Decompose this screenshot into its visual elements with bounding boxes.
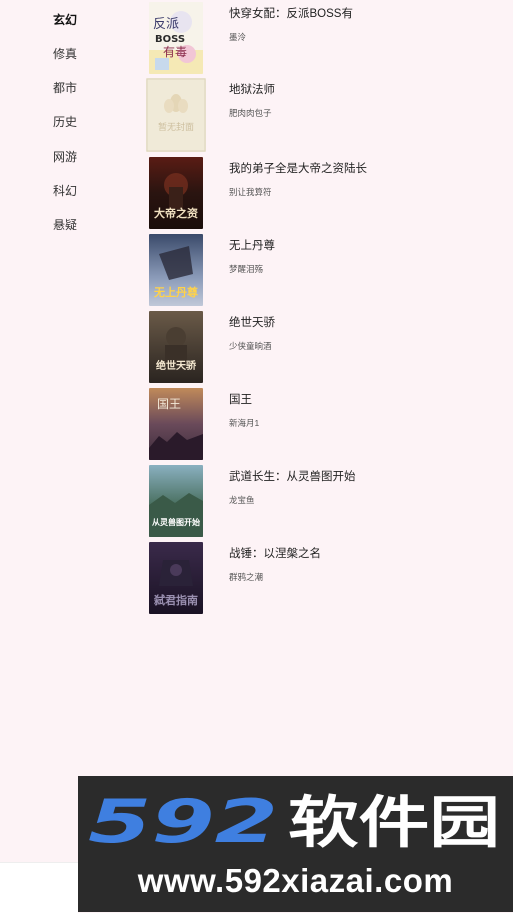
book-item[interactable]: 国王 国王 新海月1 (147, 388, 507, 460)
book-author: 龙宝鱼 (229, 495, 255, 505)
book-title: 战锤：以涅槃之名 (229, 548, 321, 560)
svg-text:暂无封面: 暂无封面 (158, 121, 194, 133)
book-item[interactable]: 无上丹尊 无上丹尊 梦醒泪殇 (147, 234, 507, 306)
book-item[interactable]: 大帝之资 我的弟子全是大帝之资陆长 别让我算符 (147, 157, 507, 229)
svg-text:无上丹尊: 无上丹尊 (153, 285, 198, 299)
book-item[interactable]: 弑君指南 战锤：以涅槃之名 群鸦之潮 (147, 542, 507, 614)
svg-text:从灵兽图开始: 从灵兽图开始 (152, 517, 200, 527)
svg-text:有毒: 有毒 (163, 45, 187, 59)
book-item[interactable]: 从灵兽图开始 武道长生：从灵兽图开始 龙宝鱼 (147, 465, 507, 537)
svg-text:反派: 反派 (153, 17, 179, 32)
svg-text:软件园: 软件园 (288, 791, 500, 852)
watermark-logo: 592 软件园 (88, 788, 500, 852)
category-lishi[interactable]: 历史 (53, 113, 77, 130)
book-cover[interactable]: 国王 (149, 388, 203, 460)
book-author: 少侠童晌酒 (229, 341, 272, 351)
category-sidebar: 玄幻 修真 都市 历史 网游 科幻 悬疑 (0, 0, 128, 760)
book-cover[interactable]: 从灵兽图开始 (149, 465, 203, 537)
svg-text:国王: 国王 (157, 397, 181, 411)
category-wangyou[interactable]: 网游 (53, 148, 77, 165)
svg-text:大帝之资: 大帝之资 (154, 206, 198, 220)
category-xiuzhen[interactable]: 修真 (53, 45, 77, 62)
book-cover[interactable]: 弑君指南 (149, 542, 203, 614)
book-item[interactable]: 绝世天骄 绝世天骄 少侠童晌酒 (147, 311, 507, 383)
book-title: 地狱法师 (229, 84, 275, 96)
svg-text:592: 592 (88, 788, 278, 852)
book-title: 武道长生：从灵兽图开始 (229, 471, 356, 483)
book-title: 国王 (229, 394, 252, 406)
book-cover[interactable]: 大帝之资 (149, 157, 203, 229)
svg-text:绝世天骄: 绝世天骄 (156, 359, 197, 372)
book-cover[interactable]: 反派 BOSS 有毒 (149, 2, 203, 74)
book-item[interactable]: 反派 BOSS 有毒 快穿女配：反派BOSS有 墨泠 (147, 2, 507, 74)
bottom-bar (0, 862, 78, 913)
book-item[interactable]: 暂无封面 地狱法师 肥肉肉包子 (146, 78, 507, 152)
category-dushi[interactable]: 都市 (53, 79, 77, 96)
book-title: 绝世天骄 (229, 317, 275, 329)
book-author: 肥肉肉包子 (229, 108, 272, 118)
book-author: 别让我算符 (229, 187, 272, 197)
watermark-banner: 592 软件园 www.592xiazai.com (78, 776, 513, 912)
category-kehuan[interactable]: 科幻 (53, 182, 77, 199)
watermark-url: www.592xiazai.com (137, 862, 454, 899)
book-author: 新海月1 (229, 418, 260, 428)
book-title: 快穿女配：反派BOSS有 (229, 8, 353, 20)
category-xuanyi[interactable]: 悬疑 (53, 216, 77, 233)
book-author: 梦醒泪殇 (229, 264, 264, 274)
book-cover[interactable]: 暂无封面 (146, 78, 206, 152)
book-title: 我的弟子全是大帝之资陆长 (229, 163, 367, 175)
svg-text:弑君指南: 弑君指南 (153, 593, 198, 607)
book-cover[interactable]: 绝世天骄 (149, 311, 203, 383)
book-author: 墨泠 (229, 32, 247, 42)
category-xuanhuan[interactable]: 玄幻 (53, 11, 77, 28)
book-title: 无上丹尊 (229, 240, 275, 252)
svg-text:BOSS: BOSS (155, 34, 185, 45)
book-cover[interactable]: 无上丹尊 (149, 234, 203, 306)
book-author: 群鸦之潮 (229, 572, 264, 582)
